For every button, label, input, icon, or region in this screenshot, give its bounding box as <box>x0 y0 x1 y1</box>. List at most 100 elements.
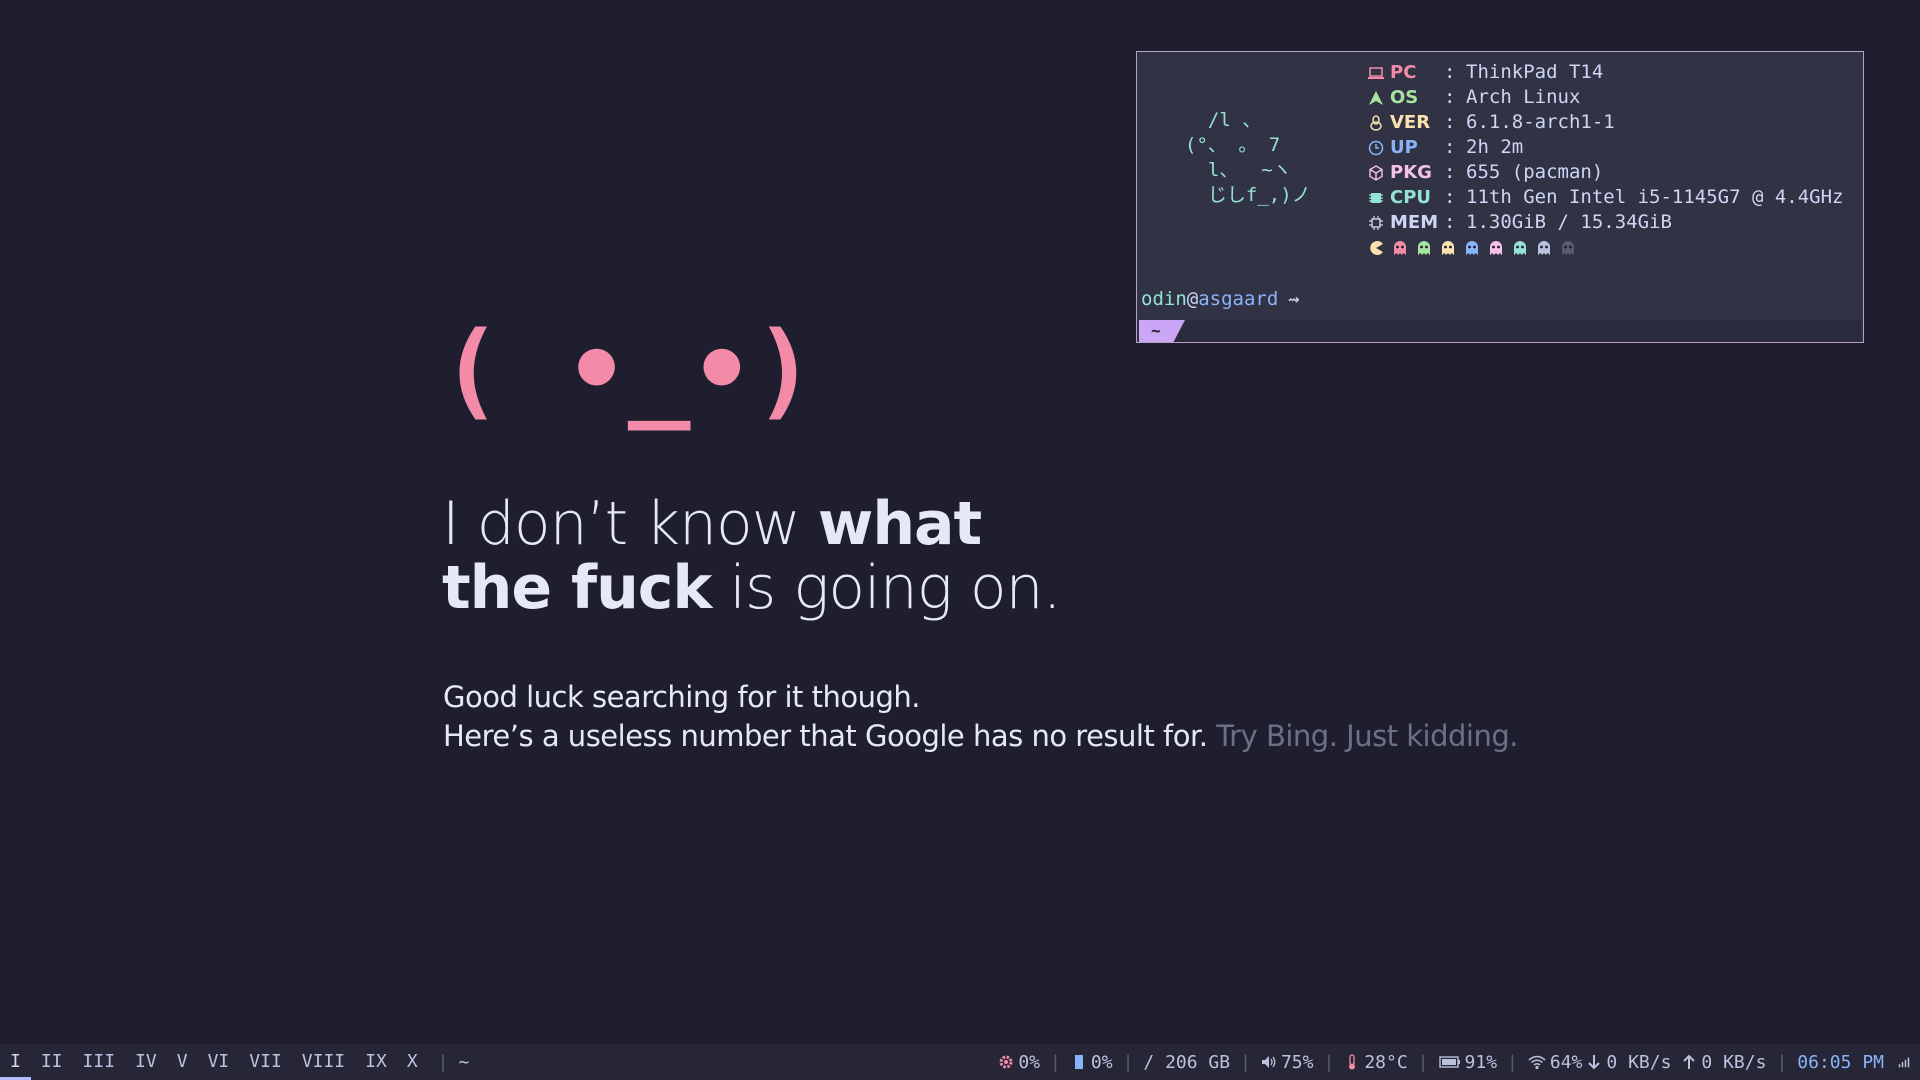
info-separator: : <box>1444 111 1456 133</box>
headline-part: is going on. <box>711 553 1061 623</box>
info-key: OS <box>1390 87 1419 108</box>
subtext-line-1: Good luck searching for it though. <box>443 680 921 714</box>
memory-value: 0% <box>1090 1051 1113 1073</box>
info-row-cpu: CPU : 11th Gen Intel i5-1145G7 @ 4.4GHz <box>1368 185 1844 210</box>
info-value-pkg: 655 (pacman) <box>1466 161 1604 183</box>
disk-value: / 206 GB <box>1143 1051 1231 1073</box>
headline-part: I don’t know <box>442 489 818 559</box>
window-title: ~ <box>458 1051 470 1073</box>
prompt-at: @ <box>1186 288 1199 310</box>
battery-status[interactable]: 91% <box>1438 1051 1498 1073</box>
ghost-icon <box>1442 240 1454 255</box>
system-info-panel: PC : ThinkPad T14 OS : Arch Linux VER : … <box>1368 60 1844 260</box>
ascii-art-cat: /l 、 (°、 。 7 l、 ~ヽ じしf_,)ノ <box>1185 109 1311 206</box>
info-value-os: Arch Linux <box>1466 86 1581 108</box>
info-separator: : <box>1444 136 1456 158</box>
ghost-icon <box>1514 240 1526 255</box>
workspace-6[interactable]: VI <box>198 1044 240 1080</box>
info-separator: : <box>1444 161 1456 183</box>
clock[interactable]: 06:05 PM <box>1797 1052 1884 1073</box>
workspace-2[interactable]: II <box>31 1044 73 1080</box>
headline-bold: the fuck <box>442 553 712 623</box>
workspace-8[interactable]: VIII <box>292 1044 355 1080</box>
info-row-up: UP : 2h 2m <box>1368 135 1844 160</box>
volume-icon <box>1261 1056 1276 1068</box>
info-value-mem: 1.30GiB / 15.34GiB <box>1466 211 1672 233</box>
volume-value: 75% <box>1280 1051 1314 1073</box>
info-key: CPU <box>1390 187 1432 208</box>
memory-icon <box>1074 1055 1083 1069</box>
info-key: UP <box>1390 137 1418 158</box>
shell-prompt[interactable]: odin@asgaard ⇝ <box>1141 287 1300 312</box>
memory-status[interactable]: 0% <box>1071 1052 1113 1073</box>
upload-value: 0 KB/s <box>1701 1051 1767 1073</box>
ghost-icons <box>1392 240 1576 256</box>
info-value-ver: 6.1.8-arch1-1 <box>1466 111 1615 133</box>
info-row-pkg: PKG : 655 (pacman) <box>1368 160 1844 185</box>
network-status[interactable]: 64% 0 KB/s 0 KB/s <box>1528 1051 1767 1073</box>
laptop-icon <box>1368 66 1384 79</box>
ghost-icon <box>1466 240 1478 255</box>
disk-status[interactable]: / 206 GB <box>1143 1052 1230 1073</box>
signal-bars-icon[interactable] <box>1898 1056 1910 1068</box>
thermometer-icon <box>1349 1054 1356 1070</box>
workspace-4[interactable]: IV <box>125 1044 167 1080</box>
workspace-9[interactable]: IX <box>355 1044 397 1080</box>
subtext-line-2-dim: Try Bing. Just kidding. <box>1216 719 1518 753</box>
volume-status[interactable]: 75% <box>1261 1051 1314 1073</box>
ghost-icon <box>1394 240 1406 255</box>
info-key: VER <box>1390 112 1431 133</box>
bar-divider: | <box>1507 1051 1518 1073</box>
confused-face: ( •_•) <box>440 309 816 431</box>
info-value-pc: ThinkPad T14 <box>1466 61 1604 83</box>
prompt-arrow-icon: ⇝ <box>1288 288 1300 310</box>
upload-arrow-icon <box>1683 1054 1696 1069</box>
workspace-items: I II III IV V VI VII VIII IX X <box>0 1044 428 1080</box>
download-arrow-icon <box>1588 1055 1601 1070</box>
temperature-value: 28°C <box>1364 1051 1408 1073</box>
workspace-5[interactable]: V <box>167 1044 198 1080</box>
workspace-list: I II III IV V VI VII VIII IX X | ~ <box>0 1044 469 1080</box>
info-separator: : <box>1444 186 1456 208</box>
bar-divider: | <box>1776 1051 1788 1073</box>
linux-tux-icon <box>1370 114 1382 131</box>
prompt-host: asgaard <box>1198 288 1279 310</box>
package-icon <box>1369 164 1383 181</box>
info-row-mem: MEM : 1.30GiB / 15.34GiB <box>1368 210 1844 235</box>
workspace-3[interactable]: III <box>73 1044 126 1080</box>
subtext: Good luck searching for it though. Here’… <box>443 678 1518 756</box>
terminal-tab-bar: ~ <box>1139 320 1861 342</box>
workspace-1[interactable]: I <box>0 1044 31 1080</box>
memory-icon <box>1369 215 1383 230</box>
cpu-icon <box>1369 192 1383 203</box>
info-value-cpu: 11th Gen Intel i5-1145G7 @ 4.4GHz <box>1466 186 1844 208</box>
bar-divider: | <box>1240 1051 1251 1073</box>
download-value: 0 KB/s <box>1606 1051 1672 1073</box>
bar-divider: | <box>1323 1051 1335 1073</box>
ghost-icon <box>1562 240 1574 255</box>
prompt-user: odin <box>1141 288 1187 310</box>
subtext-line-2: Here’s a useless number that Google has … <box>443 717 1518 756</box>
clock-value: 06:05 PM <box>1797 1051 1884 1073</box>
color-palette-row <box>1368 235 1844 260</box>
ghost-icon <box>1490 240 1502 255</box>
info-row-ver: VER : 6.1.8-arch1-1 <box>1368 110 1844 135</box>
status-bar: I II III IV V VI VII VIII IX X | ~ 0% | 0% | / 20… <box>0 1044 1920 1080</box>
cpu-status[interactable]: 0% <box>998 1052 1040 1073</box>
cpu-value: 0% <box>1018 1051 1041 1073</box>
info-key: PC <box>1390 62 1417 83</box>
temperature-status[interactable]: 28°C <box>1344 1051 1408 1073</box>
terminal-tab[interactable]: ~ <box>1139 320 1185 342</box>
bar-divider: | <box>437 1051 449 1073</box>
system-status: 0% | 0% | / 206 GB | 75% | 28°C | 91% | … <box>998 1044 1910 1080</box>
info-row-os: OS : Arch Linux <box>1368 85 1844 110</box>
arch-icon <box>1369 90 1383 105</box>
terminal-window[interactable]: /l 、 (°、 。 7 l、 ~ヽ じしf_,)ノ PC : ThinkPad… <box>1136 51 1864 343</box>
pacman-icon <box>1370 240 1383 255</box>
bar-divider: | <box>1417 1051 1429 1073</box>
info-key: MEM <box>1390 212 1439 233</box>
battery-value: 91% <box>1464 1051 1498 1073</box>
cpu-gear-icon <box>999 1055 1013 1069</box>
workspace-10[interactable]: X <box>397 1044 428 1080</box>
workspace-7[interactable]: VII <box>239 1044 292 1080</box>
